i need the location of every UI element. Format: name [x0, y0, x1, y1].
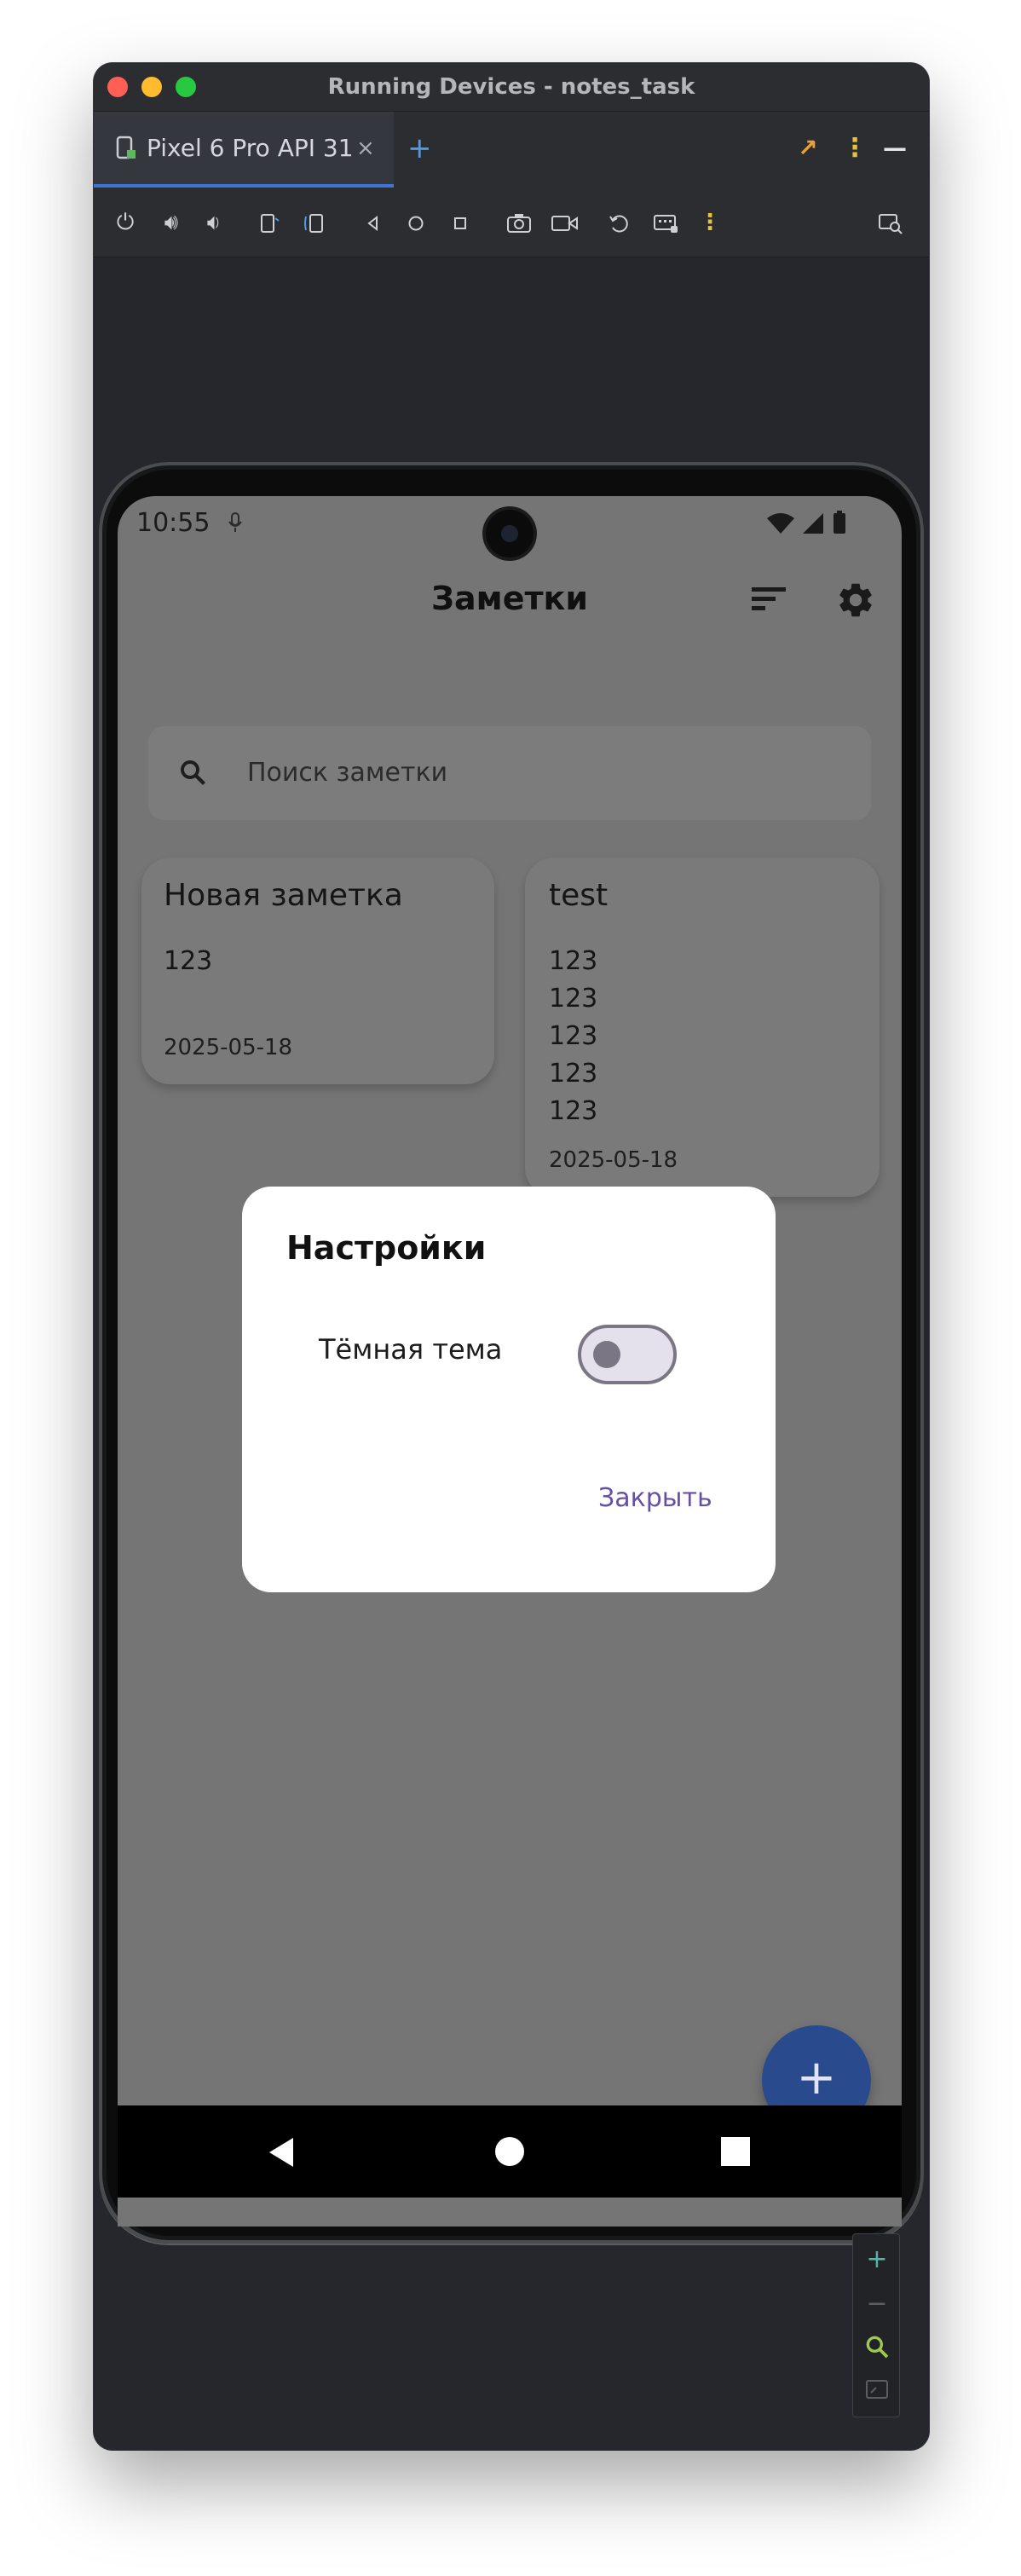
device-mirroring-icon[interactable] [878, 213, 903, 235]
note-title: Новая заметка [164, 878, 403, 913]
note-body: 123 123 123 123 123 [549, 943, 597, 1130]
settings-dialog: Настройки Тёмная тема Закрыть [242, 1187, 776, 1592]
zoom-panel: + − [852, 2233, 900, 2417]
nav-recents-icon[interactable] [721, 2137, 750, 2166]
note-line: 123 [549, 1059, 598, 1089]
add-tab-button[interactable]: + [407, 112, 432, 185]
nav-back-icon[interactable] [266, 2136, 297, 2169]
dark-theme-toggle[interactable] [578, 1325, 677, 1384]
overview-icon[interactable] [452, 215, 469, 232]
note-line: 123 [549, 984, 598, 1014]
front-camera [486, 510, 534, 557]
screen-record-icon[interactable] [551, 213, 580, 234]
close-dialog-button[interactable]: Закрыть [598, 1483, 712, 1513]
tab-close-icon[interactable]: × [356, 112, 375, 185]
wifi-icon [767, 513, 794, 534]
title-bar: Running Devices - notes_task [94, 63, 929, 111]
tab-bar: Pixel 6 Pro API 31 × + ↗ ⋮ — [94, 111, 929, 188]
zoom-out-button[interactable]: − [853, 2282, 901, 2326]
camera-lens [501, 525, 518, 542]
device-toolbar: ⏻ 🔊︎ 🔉︎ ⋮ [94, 188, 929, 257]
note-card[interactable]: test 123 123 123 123 123 2025-05-18 [525, 858, 880, 1197]
rotate-left-icon[interactable] [259, 213, 280, 234]
volume-up-icon[interactable]: 🔊︎ [157, 203, 186, 242]
rotate-right-icon[interactable] [303, 213, 326, 234]
note-body: 123 [164, 946, 213, 976]
dialog-title: Настройки [286, 1229, 487, 1267]
ide-window: Running Devices - notes_task Pixel 6 Pro… [94, 63, 929, 2450]
toggle-thumb [593, 1341, 620, 1368]
sort-icon[interactable] [750, 585, 787, 614]
note-date: 2025-05-18 [549, 1147, 678, 1173]
system-nav-bar [118, 2105, 902, 2198]
nav-home-icon[interactable] [494, 2136, 525, 2167]
snapshot-icon[interactable] [609, 213, 631, 234]
window-title: Running Devices - notes_task [327, 74, 695, 100]
tab-label: Pixel 6 Pro API 31 [147, 134, 354, 162]
device-icon [116, 136, 136, 159]
note-line: 123 [549, 1021, 598, 1051]
more-actions-icon[interactable]: ⋮ [695, 203, 724, 242]
device-screen[interactable]: 10:55 Заметки Поиск заметки Новая заметк… [118, 496, 902, 2227]
search-icon [181, 760, 205, 785]
zoom-fit-icon[interactable] [863, 2333, 891, 2360]
minimize-panel-icon[interactable]: — [883, 112, 907, 185]
search-placeholder: Поиск заметки [247, 758, 448, 788]
dark-theme-label: Тёмная тема [319, 1333, 503, 1366]
battery-icon [834, 511, 845, 534]
screenshot-icon[interactable] [506, 213, 532, 234]
note-card[interactable]: Новая заметка 123 2025-05-18 [141, 858, 494, 1084]
note-line: 123 [549, 1096, 598, 1126]
keyboard-icon[interactable] [653, 213, 678, 234]
move-icon[interactable]: ↗ [798, 112, 817, 185]
cell-signal-icon [803, 513, 823, 534]
note-line: 123 [549, 946, 598, 976]
more-menu-icon[interactable]: ⋮ [842, 112, 868, 185]
zoom-in-button[interactable]: + [853, 2238, 901, 2282]
actual-size-icon[interactable] [865, 2379, 889, 2401]
power-icon[interactable]: ⏻ [111, 203, 140, 242]
mic-icon [228, 512, 242, 532]
search-bar[interactable]: Поиск заметки [148, 726, 871, 820]
status-time: 10:55 [136, 508, 211, 538]
volume-down-icon[interactable]: 🔉︎ [199, 203, 228, 242]
tab-pixel-6-pro[interactable]: Pixel 6 Pro API 31 × [94, 112, 394, 188]
note-title: test [549, 878, 609, 913]
back-icon[interactable] [365, 215, 382, 232]
note-date: 2025-05-18 [164, 1035, 293, 1060]
settings-gear-icon[interactable] [835, 580, 876, 621]
home-icon[interactable] [407, 215, 424, 232]
